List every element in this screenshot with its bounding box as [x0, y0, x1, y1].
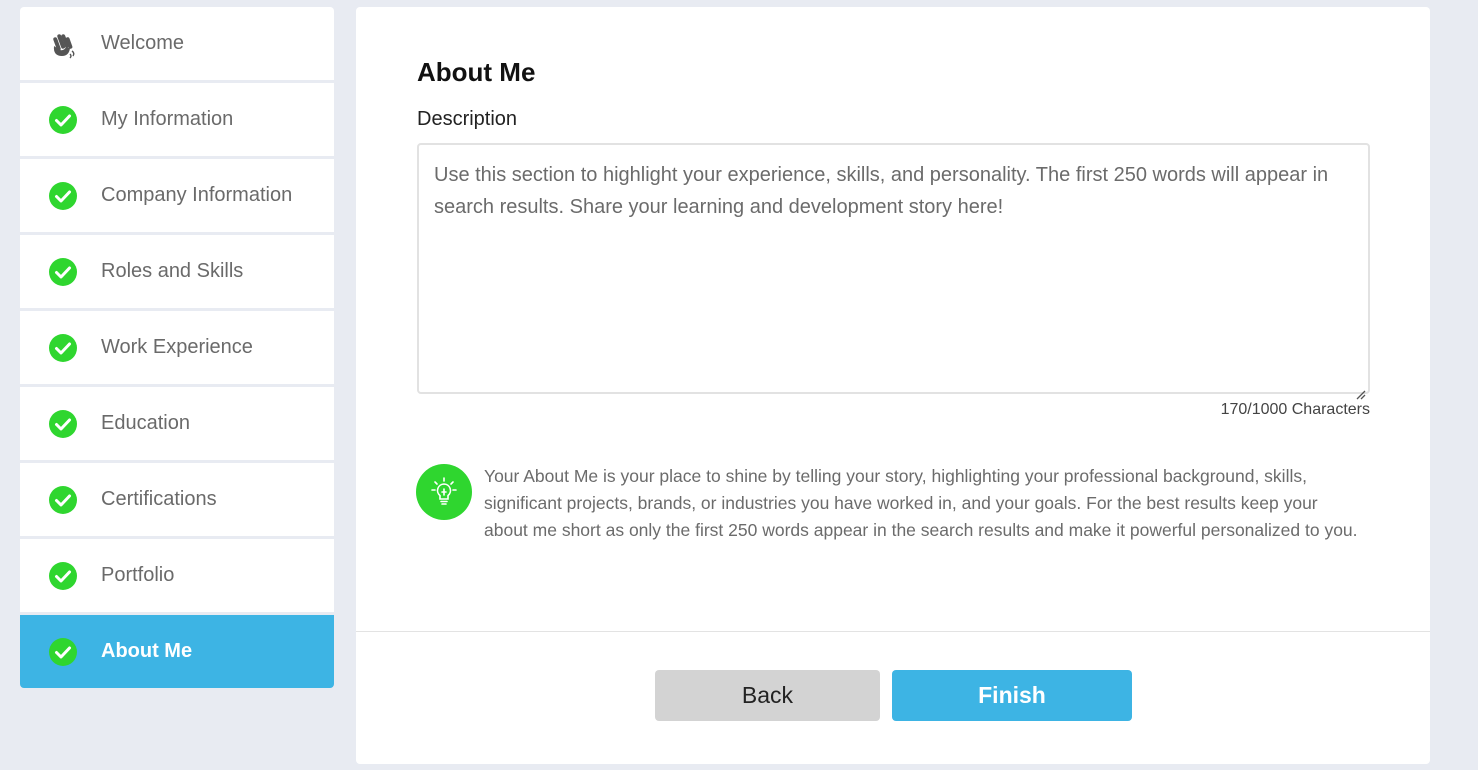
- about-me-card: About Me Description Use this section to…: [356, 7, 1430, 764]
- sidebar-item-label: Education: [101, 412, 190, 434]
- sidebar-item-label: About Me: [101, 640, 193, 662]
- back-button[interactable]: Back: [655, 670, 880, 721]
- finish-button[interactable]: Finish: [892, 670, 1132, 721]
- check-circle-icon: [48, 409, 78, 439]
- wave-hand-icon: [48, 29, 78, 59]
- description-text: Use this section to highlight your exper…: [434, 164, 1329, 218]
- resize-handle-icon[interactable]: [1354, 378, 1366, 400]
- check-circle-icon: [48, 181, 78, 211]
- sidebar-item-label: Portfolio: [101, 564, 175, 586]
- sidebar-item-work-experience[interactable]: Work Experience: [20, 311, 334, 384]
- sidebar-item-label: My Information: [101, 108, 234, 130]
- footer-divider: [356, 631, 1430, 632]
- character-counter: 170/1000 Characters: [1220, 401, 1370, 418]
- about-me-tip: Your About Me is your place to shine by …: [484, 466, 1358, 540]
- sidebar-item-certifications[interactable]: Certifications: [20, 463, 334, 536]
- sidebar-item-education[interactable]: Education: [20, 387, 334, 460]
- sidebar-item-company-information[interactable]: Company Information: [20, 159, 334, 232]
- description-textarea[interactable]: Use this section to highlight your exper…: [417, 143, 1370, 400]
- sidebar-item-label: Welcome: [101, 32, 184, 54]
- wizard-sidebar: Welcome My Information Company Informati…: [20, 7, 334, 688]
- check-circle-icon: [48, 485, 78, 515]
- sidebar-item-label: Certifications: [101, 488, 217, 510]
- check-circle-icon: [48, 561, 78, 591]
- sidebar-item-about-me[interactable]: About Me: [20, 615, 334, 688]
- check-circle-icon: [48, 105, 78, 135]
- sidebar-item-welcome[interactable]: Welcome: [20, 7, 334, 80]
- check-circle-icon: [48, 257, 78, 287]
- check-circle-icon: [48, 637, 78, 667]
- description-label: Description: [417, 108, 518, 130]
- sidebar-item-label: Roles and Skills: [101, 260, 244, 282]
- sidebar-item-my-information[interactable]: My Information: [20, 83, 334, 156]
- sidebar-item-portfolio[interactable]: Portfolio: [20, 539, 334, 612]
- check-circle-icon: [48, 333, 78, 363]
- page-title: About Me: [417, 57, 536, 87]
- lightbulb-icon: [416, 464, 472, 520]
- sidebar-item-label: Company Information: [101, 184, 293, 206]
- sidebar-item-label: Work Experience: [101, 336, 253, 358]
- sidebar-item-roles-and-skills[interactable]: Roles and Skills: [20, 235, 334, 308]
